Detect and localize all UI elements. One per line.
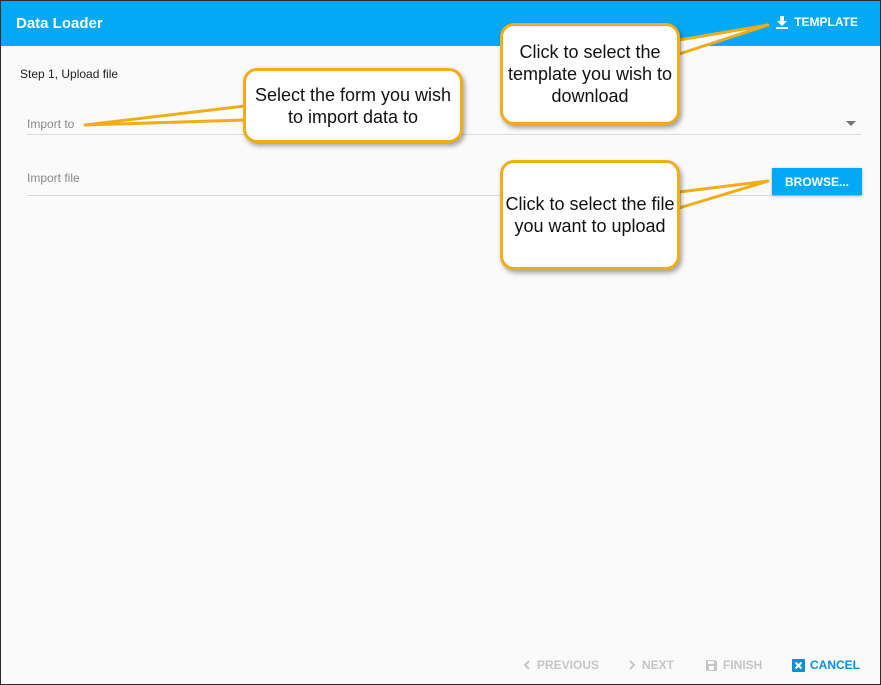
import-file-field[interactable]: Import file [27,161,861,196]
step-label: Step 1, Upload file [20,67,119,81]
browse-callout: Click to select the file you want to upl… [500,160,680,270]
import-file-label: Import file [27,171,80,185]
download-icon [776,16,789,29]
previous-button[interactable]: PREVIOUS [522,658,599,672]
template-button[interactable]: TEMPLATE [775,15,858,29]
save-icon [706,659,717,671]
chevron-right-icon [629,660,636,670]
template-callout: Click to select the template you wish to… [500,23,680,125]
next-label: NEXT [642,658,675,672]
dialog-header: Data Loader TEMPLATE [1,1,880,46]
next-button[interactable]: NEXT [627,658,674,672]
previous-label: PREVIOUS [537,658,600,672]
close-box-icon [792,658,805,672]
import-to-label: Import to [27,117,75,131]
finish-button[interactable]: FINISH [705,658,762,672]
import-to-callout: Select the form you wish to import data … [243,68,463,143]
chevron-left-icon [523,660,530,670]
caret-down-icon[interactable] [846,121,856,126]
dialog-title: Data Loader [16,15,103,32]
cancel-button[interactable]: CANCEL [792,658,860,672]
browse-button[interactable]: BROWSE... [772,168,862,195]
template-button-label: TEMPLATE [794,15,858,29]
cancel-label: CANCEL [810,658,860,672]
finish-label: FINISH [723,658,763,672]
